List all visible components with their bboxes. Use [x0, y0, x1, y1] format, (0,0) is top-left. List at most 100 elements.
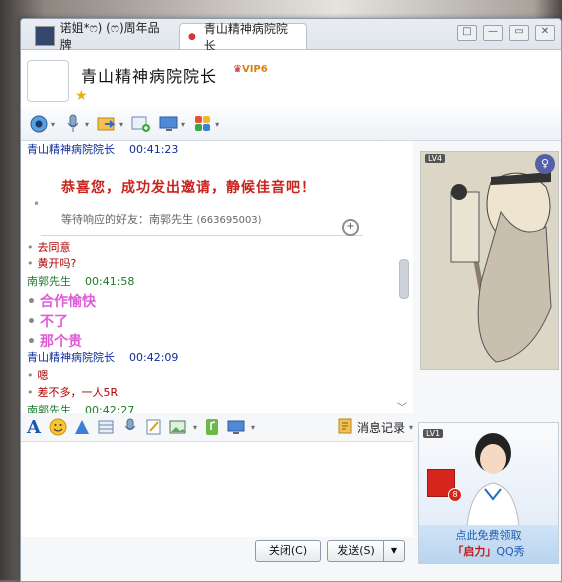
- chevron-down-icon[interactable]: ▾: [85, 120, 89, 129]
- chevron-down-icon[interactable]: ▾: [193, 423, 197, 432]
- message-line: • 去同意: [27, 241, 71, 254]
- contact-header: 青山精神病院院长 ♛VIP6 ★: [21, 50, 561, 108]
- vip-label: VIP6: [241, 64, 268, 75]
- gift-icon[interactable]: 8: [427, 469, 462, 502]
- doodle-icon[interactable]: [145, 418, 163, 436]
- minimize-button[interactable]: —: [483, 25, 503, 41]
- close-button[interactable]: 关闭(C): [255, 540, 321, 562]
- screenshot-icon[interactable]: [227, 418, 245, 436]
- apps-grid-icon: [193, 115, 213, 133]
- tab-label: 青山精神病院院长: [203, 21, 288, 53]
- chevron-down-icon[interactable]: ▾: [51, 120, 55, 129]
- banner-brand: 「启力」: [452, 545, 497, 558]
- close-window-button[interactable]: ✕: [535, 25, 555, 41]
- my-qq-show[interactable]: LV1 8 点此免费领取 「启力」QQ秀: [418, 422, 559, 564]
- window-controls: □ — ▭ ✕: [457, 25, 555, 41]
- invite-title: 恭喜您，成功发出邀请，静候佳音吧！: [61, 180, 316, 196]
- message-input[interactable]: [21, 441, 413, 538]
- bullet: •: [33, 197, 41, 211]
- maximize-button[interactable]: ▭: [509, 25, 529, 41]
- qq-show-info-icon[interactable]: ♀: [535, 154, 555, 174]
- message-line: • 合作愉快: [27, 294, 96, 310]
- voice-message-icon[interactable]: [121, 418, 139, 436]
- banner-line1: 点此免费领取: [455, 529, 522, 542]
- send-file-button[interactable]: ▾: [95, 112, 125, 136]
- magic-expression-icon[interactable]: [97, 418, 115, 436]
- chat-scrollbar[interactable]: [399, 141, 409, 413]
- timestamp: 00:41:58: [85, 275, 135, 288]
- crown-icon: ♛: [233, 64, 242, 75]
- remote-assist-button[interactable]: ▾: [157, 112, 187, 136]
- file-transfer-icon: [97, 115, 117, 133]
- timestamp: 00:42:09: [129, 351, 179, 364]
- tab-strip: 诺姐*ෆ) (ෆ)周年品牌 ● 青山精神病院院长 □ — ▭ ✕: [21, 19, 561, 53]
- history-icon: [337, 418, 353, 437]
- webcam-icon: [29, 115, 49, 133]
- message-line: • 那个贵: [27, 334, 82, 350]
- scrollbar-thumb[interactable]: [399, 259, 409, 299]
- tab-contact-2[interactable]: ● 青山精神病院院长: [179, 22, 307, 53]
- message-header: 青山精神病院院长 00:41:23: [27, 141, 178, 157]
- invite-wait-text: 等待响应的好友：南郭先生: [61, 213, 193, 226]
- free-claim-banner[interactable]: 点此免费领取 「启力」QQ秀: [419, 525, 558, 563]
- online-status-icon: ●: [188, 31, 196, 42]
- gift-count-badge: 8: [448, 488, 462, 502]
- chevron-down-icon[interactable]: ▾: [251, 423, 255, 432]
- chat-window: 诺姐*ෆ) (ෆ)周年品牌 ● 青山精神病院院长 □ — ▭ ✕ 青山精神病院院…: [20, 18, 562, 582]
- sender-name: 南郭先生: [27, 404, 71, 413]
- sender-name: 青山精神病院院长: [27, 351, 115, 364]
- message-line: • 不了: [27, 314, 68, 330]
- collapse-chevron-icon[interactable]: ﹀: [397, 399, 407, 414]
- message-line: • 黄开吗?: [27, 257, 77, 270]
- format-toolbar: A ▾ ▾ 消息记录 ▾: [21, 414, 417, 440]
- contact-qq-show[interactable]: LV4 ♀: [420, 151, 559, 370]
- send-options-chevron-icon[interactable]: ▼: [383, 540, 405, 562]
- tab-contact-1[interactable]: 诺姐*ෆ) (ෆ)周年品牌: [27, 21, 177, 52]
- tab-label: 诺姐*ෆ) (ෆ)周年品牌: [59, 21, 160, 52]
- emoji-icon[interactable]: [49, 418, 67, 436]
- message-line: • 嗯: [27, 369, 49, 382]
- qq-show-avatar-image: [421, 152, 558, 369]
- skin-button[interactable]: □: [457, 25, 477, 41]
- bottom-bar: 关闭(C) 发送(S) ▼: [21, 537, 413, 581]
- chevron-down-icon[interactable]: ▾: [119, 120, 123, 129]
- message-header: 南郭先生 00:41:58: [27, 273, 134, 289]
- message-history[interactable]: 青山精神病院院长 00:41:23 • 恭喜您，成功发出邀请，静候佳音吧！ 等待…: [21, 141, 413, 413]
- microphone-icon: [63, 114, 83, 133]
- invite-qq-id: (663695003): [196, 215, 262, 226]
- contact-name: 青山精神病院院长: [81, 67, 218, 86]
- apps-button[interactable]: ▾: [191, 112, 221, 136]
- chevron-down-icon[interactable]: ▾: [215, 120, 219, 129]
- message-history-button[interactable]: 消息记录 ▾: [337, 418, 413, 437]
- vip-badge[interactable]: ♛VIP6: [233, 64, 268, 75]
- zoom-in-icon[interactable]: +: [342, 219, 359, 236]
- sender-name: 青山精神病院院长: [27, 143, 115, 156]
- font-icon[interactable]: A: [25, 417, 43, 438]
- chevron-down-icon[interactable]: ▾: [409, 423, 413, 432]
- message-header: 南郭先生 00:42:27: [27, 402, 134, 413]
- banner-qq: QQ秀: [496, 545, 525, 558]
- star-icon: ★: [75, 88, 88, 104]
- chevron-down-icon[interactable]: ▾: [181, 120, 185, 129]
- shake-icon[interactable]: [73, 418, 91, 436]
- banner-line2: 「启力」QQ秀: [419, 543, 558, 559]
- video-call-button[interactable]: ▾: [27, 112, 57, 136]
- action-toolbar: ▾ ▾ ▾ ▾ ▾: [21, 108, 561, 141]
- sender-name: 南郭先生: [27, 275, 71, 288]
- history-label: 消息记录: [356, 420, 405, 435]
- voice-call-button[interactable]: ▾: [61, 112, 91, 136]
- qq-show-level-badge: LV4: [425, 154, 446, 163]
- image-icon[interactable]: [169, 418, 187, 436]
- timestamp: 00:41:23: [129, 143, 179, 156]
- monitor-icon: [159, 115, 179, 133]
- invite-card: • 恭喜您，成功发出邀请，静候佳音吧！ 等待响应的好友：南郭先生 (663695…: [33, 171, 363, 236]
- message-line: • 差不多，一人5R: [27, 386, 119, 399]
- message-header: 青山精神病院院长 00:42:09: [27, 349, 178, 365]
- create-discussion-button[interactable]: [129, 112, 153, 136]
- tab-avatar: [35, 26, 55, 46]
- invite-wait: 等待响应的好友：南郭先生 (663695003): [61, 211, 262, 227]
- music-icon[interactable]: [203, 418, 221, 436]
- add-group-icon: [131, 115, 151, 133]
- send-button[interactable]: 发送(S): [327, 540, 385, 562]
- contact-avatar[interactable]: [27, 60, 69, 102]
